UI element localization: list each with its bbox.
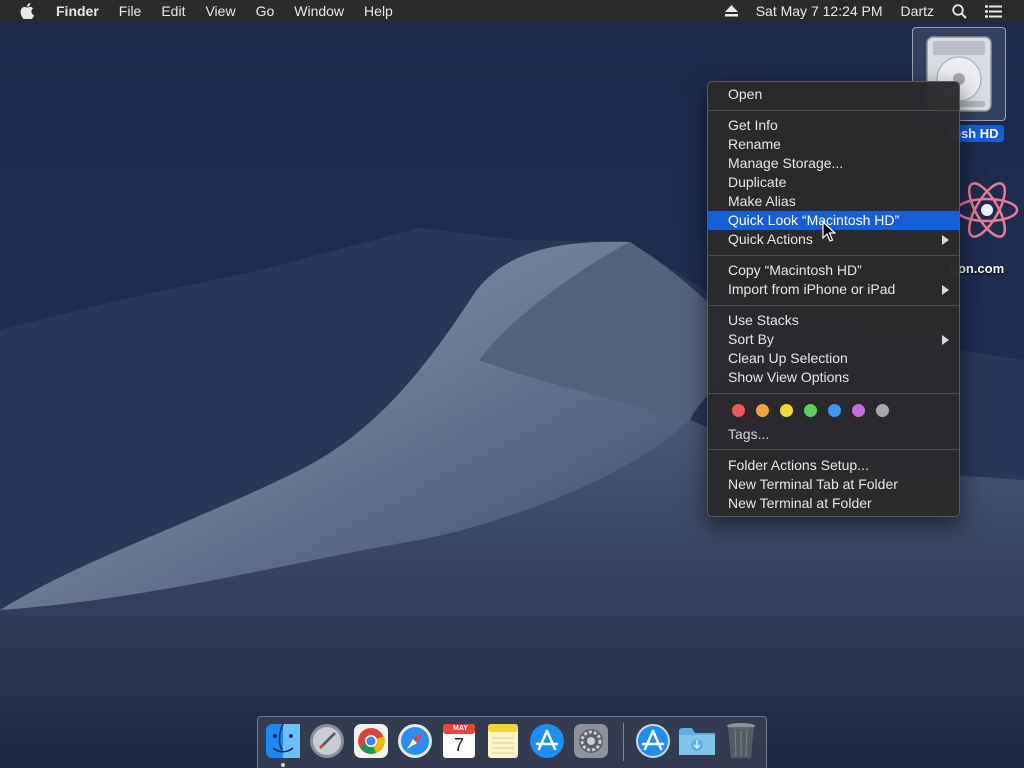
menu-item-manage-storage[interactable]: Manage Storage... [708, 154, 959, 173]
downloads-folder-icon[interactable] [678, 722, 716, 760]
chrome-icon[interactable] [352, 722, 390, 760]
eject-icon[interactable] [716, 5, 747, 17]
safari-icon[interactable] [396, 722, 434, 760]
menu-item-copy[interactable]: Copy “Macintosh HD” [708, 261, 959, 280]
notes-icon[interactable] [484, 722, 522, 760]
menu-item-import-iphone-label: Import from iPhone or iPad [728, 281, 896, 297]
menu-item-folder-actions[interactable]: Folder Actions Setup... [708, 456, 959, 475]
calendar-day-label: 7 [454, 735, 465, 755]
calendar-month-label: MAY [453, 725, 468, 732]
menu-finder[interactable]: Finder [52, 0, 109, 22]
launchpad-icon[interactable] [308, 722, 346, 760]
menu-bar: Finder File Edit View Go Window Help Sat… [0, 0, 1024, 22]
tag-orange[interactable] [756, 404, 769, 417]
calendar-icon[interactable]: MAY 7 [440, 722, 478, 760]
menu-item-tags[interactable]: Tags... [708, 425, 959, 444]
menu-file[interactable]: File [109, 0, 152, 22]
app-store-icon[interactable] [528, 722, 566, 760]
system-preferences-icon[interactable] [572, 722, 610, 760]
menu-item-clean-up[interactable]: Clean Up Selection [708, 349, 959, 368]
finder-running-indicator [281, 763, 285, 767]
menu-item-new-terminal[interactable]: New Terminal at Folder [708, 494, 959, 513]
menu-item-make-alias[interactable]: Make Alias [708, 192, 959, 211]
submenu-arrow-icon [942, 335, 949, 345]
notification-center-icon[interactable] [976, 4, 1024, 18]
tag-green[interactable] [804, 404, 817, 417]
menu-separator [708, 255, 959, 256]
menu-item-sort-by-label: Sort By [728, 331, 774, 347]
menu-item-quick-actions-label: Quick Actions [728, 231, 813, 247]
menu-item-import-iphone[interactable]: Import from iPhone or iPad [708, 280, 959, 299]
menu-separator [708, 393, 959, 394]
menu-item-duplicate[interactable]: Duplicate [708, 173, 959, 192]
menu-item-use-stacks[interactable]: Use Stacks [708, 311, 959, 330]
tag-yellow[interactable] [780, 404, 793, 417]
dock: MAY 7 [257, 716, 767, 768]
menu-item-get-info[interactable]: Get Info [708, 116, 959, 135]
submenu-arrow-icon [942, 285, 949, 295]
menubar-clock[interactable]: Sat May 7 12:24 PM [747, 0, 892, 22]
atom-file-desktop-icon[interactable] [950, 168, 1024, 252]
trash-icon[interactable] [722, 722, 760, 760]
dock-separator [623, 723, 624, 761]
menu-item-rename[interactable]: Rename [708, 135, 959, 154]
menubar-user[interactable]: Dartz [892, 0, 943, 22]
spotlight-search-icon[interactable] [943, 3, 976, 19]
menu-window[interactable]: Window [284, 0, 354, 22]
menu-separator [708, 110, 959, 111]
menu-separator [708, 449, 959, 450]
apple-menu-icon[interactable] [20, 3, 36, 19]
tag-red[interactable] [732, 404, 745, 417]
tag-gray[interactable] [876, 404, 889, 417]
menu-item-sort-by[interactable]: Sort By [708, 330, 959, 349]
tag-purple[interactable] [852, 404, 865, 417]
menu-go[interactable]: Go [246, 0, 285, 22]
menu-help[interactable]: Help [354, 0, 403, 22]
app-store-download-icon[interactable] [634, 722, 672, 760]
menu-item-new-terminal-tab[interactable]: New Terminal Tab at Folder [708, 475, 959, 494]
menu-edit[interactable]: Edit [151, 0, 195, 22]
tag-color-row [732, 404, 900, 417]
submenu-arrow-icon [942, 235, 949, 245]
context-menu: Open Get Info Rename Manage Storage... D… [707, 81, 960, 517]
finder-icon[interactable] [264, 722, 302, 760]
menu-item-quick-look-label: Quick Look “Macintosh HD” [728, 212, 900, 228]
menu-separator [708, 305, 959, 306]
menu-item-open[interactable]: Open [708, 85, 959, 104]
menu-item-show-view-options[interactable]: Show View Options [708, 368, 959, 387]
mouse-cursor-icon [822, 221, 836, 242]
menu-view[interactable]: View [195, 0, 245, 22]
tag-blue[interactable] [828, 404, 841, 417]
